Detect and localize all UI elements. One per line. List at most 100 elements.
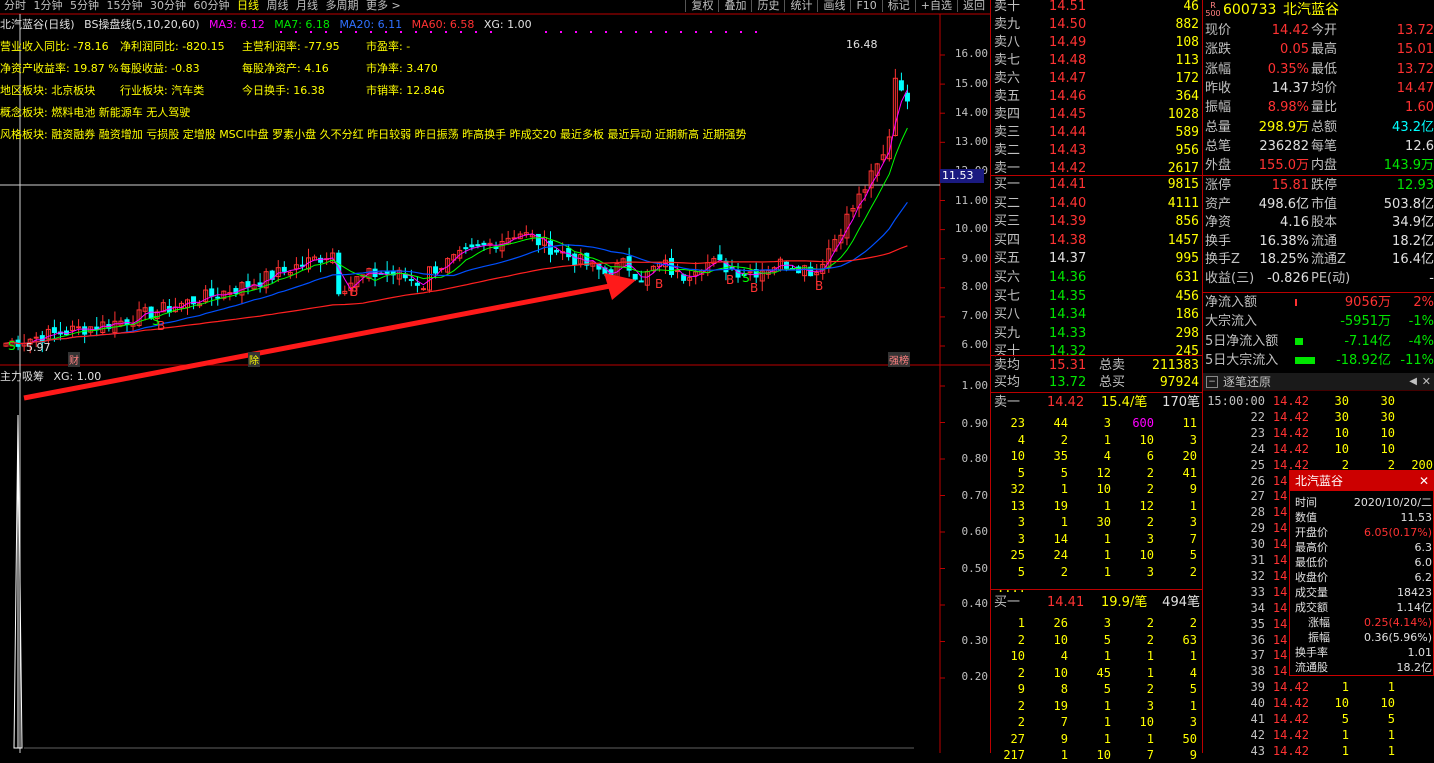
buy-level-row[interactable]: 买五 14.37 995	[991, 250, 1203, 268]
quote-label: 均价	[1311, 80, 1338, 96]
signal-dot	[620, 31, 622, 33]
quote-label: 昨收	[1205, 80, 1232, 96]
quote-value: -	[1429, 271, 1434, 286]
sell-signal: S	[152, 314, 160, 328]
restore-rights-button[interactable]: 复权	[685, 0, 718, 12]
queue-row: 10 35 4 6 20	[991, 448, 1203, 464]
candle-body	[554, 249, 560, 253]
tick-cell: 30	[1334, 394, 1349, 408]
sell-level-row[interactable]: 卖七 14.48 113	[991, 52, 1203, 70]
sell-level-row[interactable]: 卖三 14.44 589	[991, 124, 1203, 142]
queue-cell: 1	[1103, 649, 1111, 663]
mark-button[interactable]: 标记	[881, 0, 915, 12]
sub-xg-value: XG: 1.00	[53, 370, 102, 383]
fund-flow-value: 9056万	[1344, 295, 1391, 310]
tab-fenshi[interactable]: 分时	[4, 0, 26, 12]
popup-value: 6.2	[1414, 571, 1433, 584]
tab-60min[interactable]: 60分钟	[194, 0, 230, 12]
tab-daily[interactable]: 日线	[237, 0, 259, 12]
queue-cell: 7	[1060, 715, 1068, 729]
fund-flow-row: 5日净流入额 -7.14亿 -4%	[1203, 332, 1434, 351]
sell-level-row[interactable]: 卖五 14.46 364	[991, 88, 1203, 106]
signal-dot	[325, 31, 327, 33]
ex-rights-marker[interactable]: 除	[248, 352, 260, 367]
quote-value: 12.6	[1405, 138, 1434, 154]
stats-button[interactable]: 统计	[784, 0, 817, 12]
trend-arrow-head	[604, 273, 636, 300]
history-button[interactable]: 历史	[751, 0, 784, 12]
fund-flow-row: 净流入额 9056万 2%	[1203, 293, 1434, 312]
queue-cell: 1	[1103, 531, 1111, 546]
tab-15min[interactable]: 15分钟	[107, 0, 143, 12]
buy-level-row[interactable]: 买四 14.38 1457	[991, 232, 1203, 250]
queue-cell: 10	[1096, 482, 1111, 496]
popup-close-icon[interactable]: ✕	[1419, 471, 1429, 491]
collapse-icon[interactable]: −	[1206, 376, 1218, 388]
buy-level-row[interactable]: 买一 14.41 9815	[991, 176, 1203, 194]
queue-cell: 3	[1146, 531, 1154, 546]
quote-value: 155.0万	[1258, 158, 1309, 174]
kline-chart-area[interactable]: BBBBBBSSS 分时 1分钟 5分钟 15分钟 30分钟 60分钟 日线 周…	[0, 0, 990, 753]
tab-5min[interactable]: 5分钟	[70, 0, 99, 12]
tab-multi-period[interactable]: 多周期	[326, 0, 359, 12]
buy-level-row[interactable]: 买二 14.40 4111	[991, 195, 1203, 213]
fund-flow-bar	[1295, 337, 1303, 345]
sell-level-row[interactable]: 卖九 14.50 882	[991, 16, 1203, 34]
f10-button[interactable]: F10	[850, 0, 881, 12]
queue-cell: 10	[1053, 665, 1068, 680]
quote-label: 流通	[1311, 233, 1338, 249]
tab-1min[interactable]: 1分钟	[34, 0, 63, 12]
prev-icon[interactable]: ◀	[1409, 373, 1417, 391]
buy-level-volume: 4111	[1167, 195, 1199, 211]
buy-level-row[interactable]: 买八 14.34 186	[991, 306, 1203, 324]
queue-cell: 1	[1060, 748, 1068, 762]
chart-tool-buttons: 复权 叠加 历史 统计 画线 F10 标记 +自选 返回	[685, 0, 990, 12]
sell-level-row[interactable]: 卖八 14.49 108	[991, 34, 1203, 52]
queue-row: 32 1 10 2 9	[991, 481, 1203, 497]
tab-monthly[interactable]: 月线	[296, 0, 318, 12]
candle-body	[433, 266, 439, 274]
close-icon[interactable]: ✕	[1422, 373, 1431, 391]
y-tick: 13.00	[954, 135, 988, 148]
draw-line-button[interactable]: 画线	[817, 0, 850, 12]
queue-cell: 2	[1146, 482, 1154, 496]
sell-level-price: 14.50	[1049, 17, 1087, 32]
buy-level-row[interactable]: 买六 14.36 631	[991, 269, 1203, 287]
buy-level-price: 14.41	[1049, 177, 1087, 192]
tick-cell: 32	[1250, 568, 1265, 583]
tab-more[interactable]: 更多 >	[366, 0, 401, 12]
tick-cell: 1	[1341, 727, 1349, 742]
sell-level-row[interactable]: 卖六 14.47 172	[991, 70, 1203, 88]
buy-level-volume: 631	[1175, 270, 1199, 285]
sub-indicator-name[interactable]: 主力吸筹	[0, 370, 44, 383]
add-watchlist-button[interactable]: +自选	[914, 0, 957, 12]
buy-level-row[interactable]: 买七 14.35 456	[991, 288, 1203, 306]
queue-row: 4 2 1 10 3	[991, 432, 1203, 448]
strong-list-marker[interactable]: 强榜	[888, 352, 910, 367]
sell-level-row[interactable]: 卖二 14.43 956	[991, 142, 1203, 160]
tick-cell: 39	[1250, 680, 1265, 695]
back-button[interactable]: 返回	[957, 0, 990, 12]
tick-cell: 36	[1250, 632, 1265, 647]
buy-level-row[interactable]: 买三 14.39 856	[991, 213, 1203, 231]
sell-level-price: 14.45	[1049, 107, 1087, 122]
sell-level-row[interactable]: 卖四 14.45 1028	[991, 106, 1203, 124]
queue-cell: 3	[1146, 564, 1154, 579]
queue-row: 2 10 5 2 63	[991, 632, 1203, 648]
tick-cell: 10	[1380, 696, 1395, 711]
overlay-button[interactable]: 叠加	[718, 0, 751, 12]
y-tick: 6.00	[961, 338, 989, 351]
tick-cell: 31	[1250, 553, 1265, 567]
tick-cell: 14.42	[1272, 441, 1309, 456]
finance-marker[interactable]: 财	[68, 352, 80, 367]
popup-value: 18423	[1397, 586, 1432, 599]
quote-value: 8.98%	[1267, 100, 1309, 116]
buy-level-row[interactable]: 买九 14.33 298	[991, 325, 1203, 343]
sell-level-row[interactable]: 卖十 14.51 46	[991, 0, 1203, 16]
tab-30min[interactable]: 30分钟	[150, 0, 186, 12]
formula-name[interactable]: BS操盘线(5,10,20,60)	[84, 18, 199, 31]
queue-cell: 2	[1060, 564, 1068, 579]
tab-weekly[interactable]: 周线	[267, 0, 289, 12]
queue-cell: 7	[1189, 531, 1197, 546]
quote-panel: R 500 600733 北汽蓝谷 现价 14.42 今开 13.72 涨跌 0.05 最高…	[1202, 0, 1434, 392]
